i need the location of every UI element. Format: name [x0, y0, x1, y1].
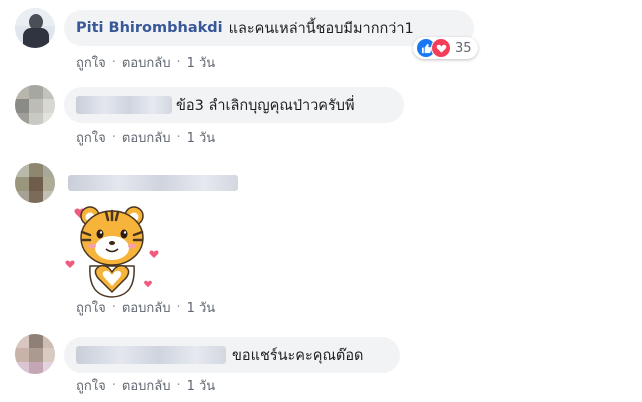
comment-bubble: ขอแชร์นะคะคุณต๊อด	[64, 337, 400, 373]
comment-bubble: Piti Bhirombhakdi และคนเหล่านี้ชอบมีมากก…	[64, 10, 474, 46]
comment-4: ขอแชร์นะคะคุณต๊อด ถูกใจ · ตอบกลับ · 1 วั…	[0, 328, 642, 402]
comment-bubble: ข้อ3 ลำเลิกบุญคุณป่าวครับพี่	[64, 87, 404, 123]
separator: ·	[176, 55, 181, 70]
reply-action[interactable]: ตอบกลับ	[122, 375, 171, 396]
comment-text: ข้อ3 ลำเลิกบุญคุณป่าวครับพี่	[176, 97, 355, 114]
reaction-count: 35	[455, 40, 472, 56]
comment-text: ขอแชร์นะคะคุณต๊อด	[232, 347, 364, 364]
blurred-author-name[interactable]	[76, 96, 172, 114]
separator: ·	[111, 378, 116, 393]
blurred-author-name[interactable]	[68, 175, 238, 191]
separator: ·	[111, 130, 116, 145]
like-action[interactable]: ถูกใจ	[76, 375, 106, 396]
blurred-author-name[interactable]	[76, 346, 226, 364]
timestamp[interactable]: 1 วัน	[187, 375, 216, 396]
separator: ·	[111, 300, 116, 315]
timestamp[interactable]: 1 วัน	[187, 52, 216, 73]
separator: ·	[176, 130, 181, 145]
comment-actions: ถูกใจ · ตอบกลับ · 1 วัน	[76, 127, 215, 148]
avatar[interactable]	[15, 334, 55, 374]
reaction-summary[interactable]: 35	[413, 37, 478, 59]
avatar[interactable]	[15, 85, 55, 125]
comment-3: ถูกใจ · ตอบกลับ · 1 วัน	[0, 160, 642, 320]
avatar[interactable]	[15, 8, 55, 48]
avatar[interactable]	[15, 163, 55, 203]
comment-author[interactable]: Piti Bhirombhakdi	[76, 20, 223, 36]
separator: ·	[176, 300, 181, 315]
comment-text: และคนเหล่านี้ชอบมีมากกว่า1	[228, 20, 414, 37]
like-action[interactable]: ถูกใจ	[76, 297, 106, 318]
tiger-heart-sticker[interactable]	[62, 196, 162, 300]
separator: ·	[176, 378, 181, 393]
timestamp[interactable]: 1 วัน	[187, 127, 216, 148]
reply-action[interactable]: ตอบกลับ	[122, 297, 171, 318]
comment-actions: ถูกใจ · ตอบกลับ · 1 วัน	[76, 375, 215, 396]
comment-1: Piti Bhirombhakdi และคนเหล่านี้ชอบมีมากก…	[0, 0, 642, 73]
love-icon	[431, 38, 451, 58]
like-action[interactable]: ถูกใจ	[76, 127, 106, 148]
reply-action[interactable]: ตอบกลับ	[122, 52, 171, 73]
separator: ·	[111, 55, 116, 70]
like-action[interactable]: ถูกใจ	[76, 52, 106, 73]
comment-actions: ถูกใจ · ตอบกลับ · 1 วัน	[76, 297, 215, 318]
comment-2: ข้อ3 ลำเลิกบุญคุณป่าวครับพี่ ถูกใจ · ตอบ…	[0, 80, 642, 150]
timestamp[interactable]: 1 วัน	[187, 297, 216, 318]
comment-actions: ถูกใจ · ตอบกลับ · 1 วัน	[76, 52, 215, 73]
reply-action[interactable]: ตอบกลับ	[122, 127, 171, 148]
